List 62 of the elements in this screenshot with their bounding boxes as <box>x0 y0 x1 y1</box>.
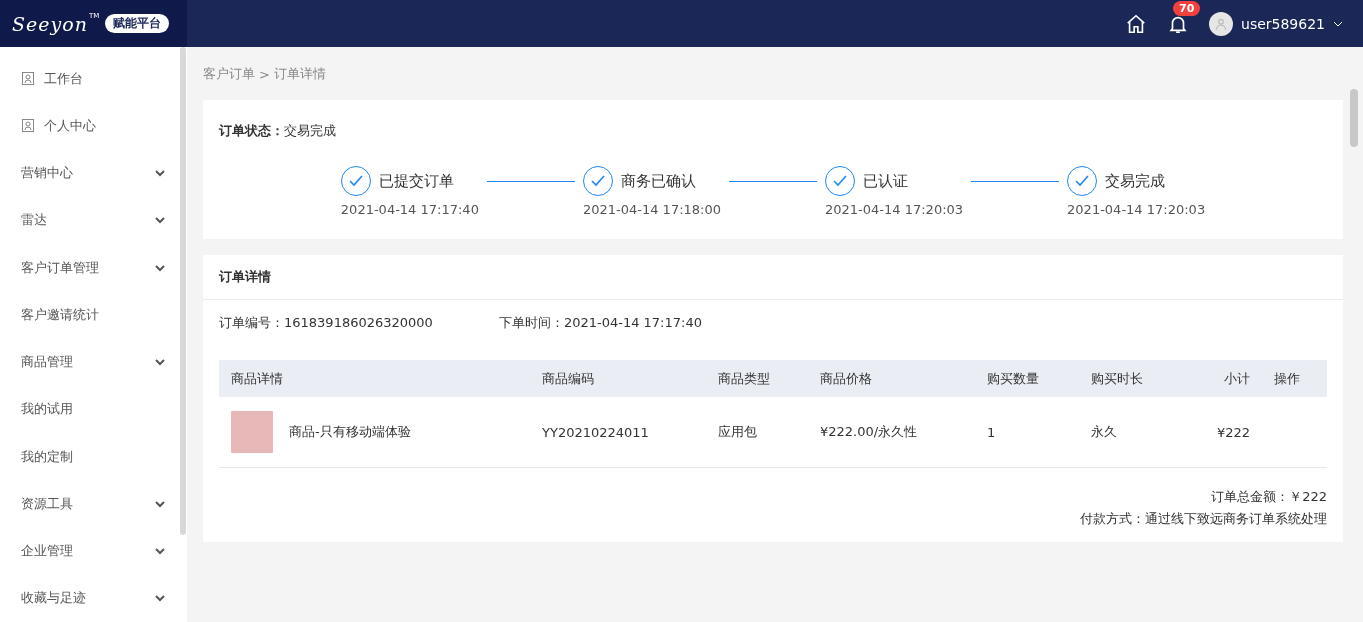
sidebar-item[interactable]: 工作台 <box>0 55 187 103</box>
step-title: 已认证 <box>863 171 908 191</box>
logo: Seeyon <box>12 12 88 35</box>
chevron-icon <box>155 547 165 556</box>
chevron-icon <box>155 499 165 508</box>
sidebar-scrollbar[interactable] <box>180 47 186 535</box>
column-header: 商品价格 <box>819 369 873 388</box>
column-header: 操作 <box>1273 369 1301 388</box>
column-header: 购买时长 <box>1090 369 1144 388</box>
chevron-icon <box>155 169 165 178</box>
page-icon <box>22 72 34 86</box>
payment-method: 付款方式：通过线下致远商务订单系统处理 <box>1080 510 1327 528</box>
sidebar-item[interactable]: 我的试用 <box>0 385 187 433</box>
step-title: 商务已确认 <box>620 171 696 191</box>
chevron-icon <box>155 594 165 603</box>
column-header: 商品详情 <box>230 369 284 388</box>
home-button[interactable] <box>1125 12 1147 35</box>
sidebar-item[interactable]: 客户订单管理 <box>0 244 187 292</box>
status-value: 交易完成 <box>284 122 336 140</box>
column-header: 小计 <box>1223 369 1251 388</box>
breadcrumb-item: 订单详情 <box>273 65 326 83</box>
column-header: 购买数量 <box>986 369 1040 388</box>
card-title: 订单详情 <box>203 255 1343 300</box>
step-time: 2021-04-14 17:20:03 <box>825 202 964 217</box>
sidebar-item[interactable]: 客户邀请统计 <box>0 291 187 339</box>
step-time: 2021-04-14 17:18:00 <box>582 202 721 217</box>
step-title: 交易完成 <box>1105 171 1166 191</box>
photo-placeholder <box>231 411 273 453</box>
status-label: 订单状态： <box>219 122 284 140</box>
sidebar-item[interactable]: 商品管理 <box>0 338 187 386</box>
notification-count: 70 <box>1173 0 1201 16</box>
table-cell-text: ¥222.00/永久性 <box>819 423 919 441</box>
sidebar-item[interactable]: 我的定制 <box>0 433 187 481</box>
sidebar-item[interactable]: 收藏与足迹 <box>0 574 187 622</box>
sidebar-item[interactable]: 营销中心 <box>0 149 187 197</box>
sidebar-item[interactable]: 资源工具 <box>0 480 187 528</box>
order-time: 下单时间：2021-04-14 17:17:40 <box>498 314 702 332</box>
order-total: 订单总金额：￥222 <box>1211 488 1327 506</box>
chevron-icon <box>155 263 165 272</box>
step-title: 已提交订单 <box>378 171 454 191</box>
sidebar-item[interactable]: 企业管理 <box>0 527 187 575</box>
sidebar-item[interactable]: 雷达 <box>0 196 187 244</box>
chevron-icon <box>155 216 165 225</box>
table-cell-text: 永久 <box>1090 423 1118 441</box>
table-cell-text: 1 <box>986 424 997 440</box>
column-header: 商品类型 <box>717 369 771 388</box>
avatar-icon <box>1209 11 1233 36</box>
table-cell-text: ¥222 <box>1215 424 1251 440</box>
table-cell-text: 应用包 <box>717 423 758 441</box>
user-menu[interactable]: user589621 <box>1209 11 1343 36</box>
page-icon <box>22 119 34 133</box>
platform-badge: 赋能平台 <box>105 14 170 33</box>
table-cell: 商品-只有移动端体验 <box>289 423 411 441</box>
chevron-icon <box>155 358 165 367</box>
order-number: 订单编号：161839186026320000 <box>219 314 433 332</box>
table-cell-text: YY20210224011 <box>541 424 650 440</box>
step-time: 2021-04-14 17:20:03 <box>1067 202 1206 217</box>
breadcrumb-separator: > <box>259 66 270 82</box>
step-time: 2021-04-14 17:17:40 <box>340 202 479 217</box>
column-header: 商品编码 <box>541 369 595 388</box>
page-scrollbar[interactable] <box>1350 89 1358 147</box>
sidebar-item[interactable]: 个人中心 <box>0 102 187 150</box>
